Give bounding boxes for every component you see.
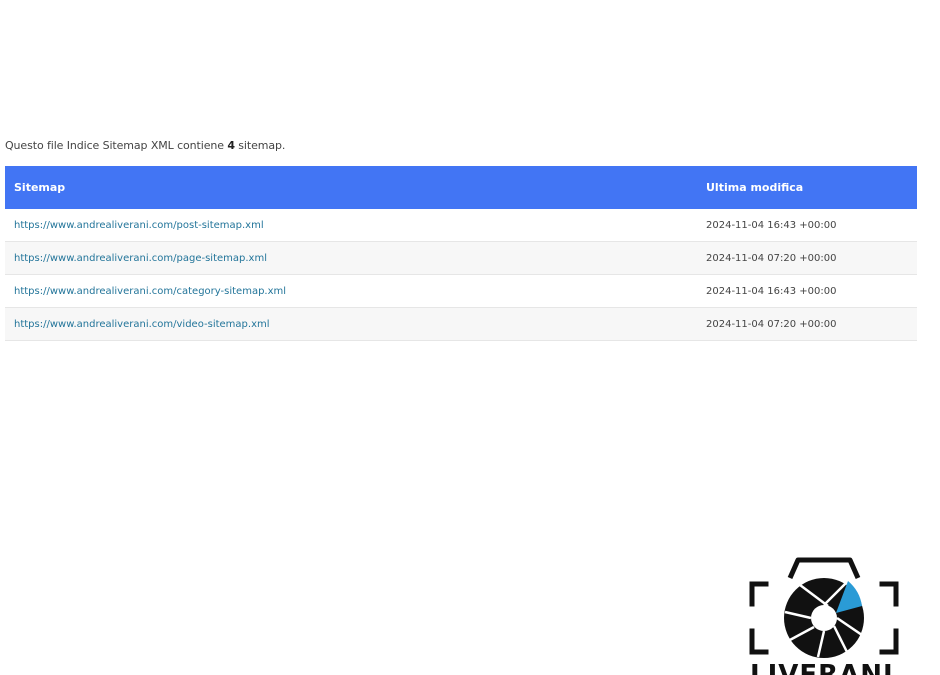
intro-prefix: Questo file Indice Sitemap XML contiene (5, 139, 228, 152)
sitemap-link[interactable]: https://www.andrealiverani.com/page-site… (14, 253, 267, 264)
last-modified-cell: 2024-11-04 16:43 +00:00 (696, 209, 917, 242)
table-row: https://www.andrealiverani.com/category-… (5, 274, 917, 308)
table-row: https://www.andrealiverani.com/video-sit… (5, 307, 917, 341)
liverani-logo: LIVERANI (748, 556, 900, 675)
sitemap-page: Questo file Indice Sitemap XML contiene … (0, 0, 940, 675)
sitemap-link[interactable]: https://www.andrealiverani.com/category-… (14, 286, 286, 297)
logo-wordmark: LIVERANI (750, 660, 894, 675)
sitemap-cell: https://www.andrealiverani.com/page-site… (5, 241, 696, 275)
sitemap-table: Sitemap Ultima modifica https://www.andr… (5, 166, 917, 341)
table-row: https://www.andrealiverani.com/post-site… (5, 209, 917, 242)
sitemap-count: 4 (227, 139, 235, 152)
camera-aperture-icon (749, 557, 899, 658)
sitemap-cell: https://www.andrealiverani.com/video-sit… (5, 307, 696, 341)
last-modified-cell: 2024-11-04 07:20 +00:00 (696, 307, 917, 341)
table-header-row: Sitemap Ultima modifica (5, 166, 917, 209)
last-modified-cell: 2024-11-04 07:20 +00:00 (696, 241, 917, 275)
sitemap-index-intro: Questo file Indice Sitemap XML contiene … (5, 139, 285, 152)
sitemap-link[interactable]: https://www.andrealiverani.com/video-sit… (14, 319, 270, 330)
sitemap-cell: https://www.andrealiverani.com/category-… (5, 274, 696, 308)
sitemap-cell: https://www.andrealiverani.com/post-site… (5, 209, 696, 242)
table-row: https://www.andrealiverani.com/page-site… (5, 241, 917, 275)
sitemap-link[interactable]: https://www.andrealiverani.com/post-site… (14, 220, 264, 231)
column-header-last-modified[interactable]: Ultima modifica (696, 166, 917, 209)
column-header-sitemap[interactable]: Sitemap (5, 166, 696, 209)
intro-suffix: sitemap. (234, 139, 286, 152)
last-modified-cell: 2024-11-04 16:43 +00:00 (696, 274, 917, 308)
